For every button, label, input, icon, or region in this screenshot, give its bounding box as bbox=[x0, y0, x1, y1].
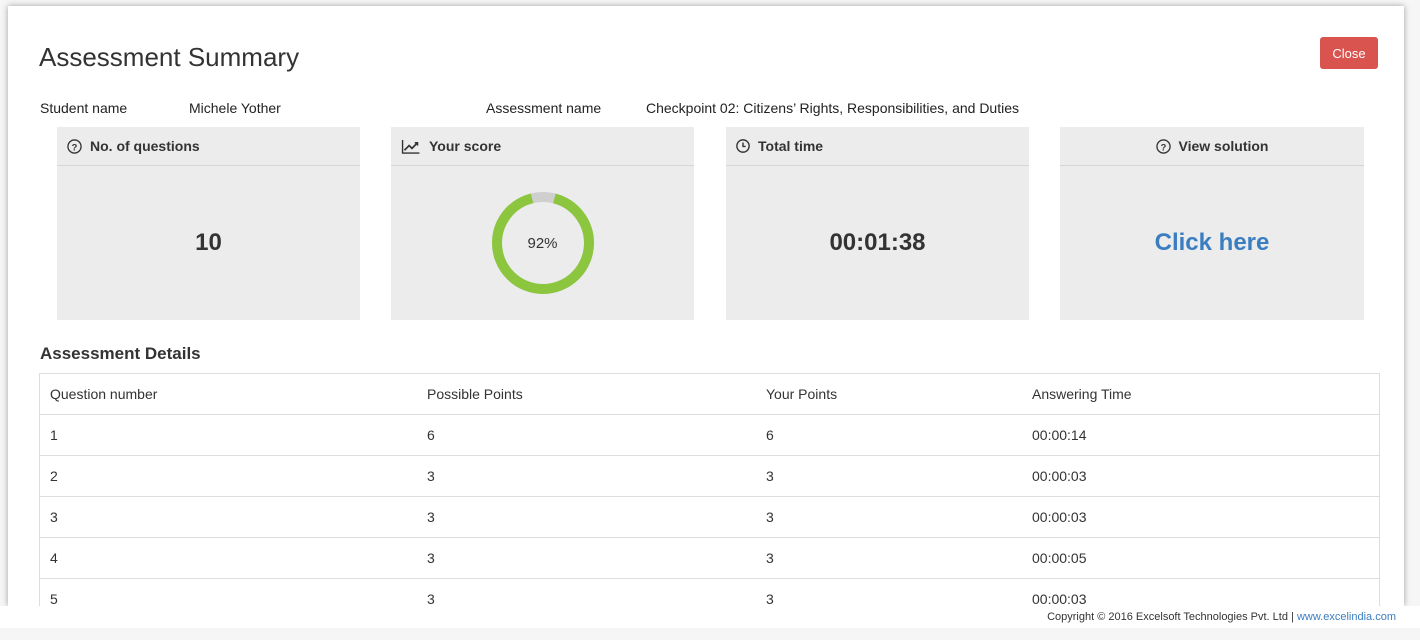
your-points-cell: 3 bbox=[766, 550, 774, 566]
svg-text:?: ? bbox=[1160, 142, 1166, 152]
assessment-summary-panel: Assessment Summary Close Student name Mi… bbox=[8, 6, 1404, 606]
table-header-row: Question number Possible Points Your Poi… bbox=[40, 374, 1379, 415]
answering-time-cell: 00:00:03 bbox=[1032, 468, 1087, 484]
copyright-text: Copyright © 2016 Excelsoft Technologies … bbox=[1047, 611, 1396, 623]
table-row: 3 3 3 00:00:03 bbox=[40, 497, 1379, 538]
table-row: 1 6 6 00:00:14 bbox=[40, 415, 1379, 456]
question-number-cell: 5 bbox=[50, 591, 58, 606]
clock-icon bbox=[736, 139, 750, 153]
solution-card-label: View solution bbox=[1178, 138, 1269, 154]
header-question-number: Question number bbox=[50, 386, 158, 402]
possible-points-cell: 3 bbox=[427, 509, 435, 525]
question-number-cell: 4 bbox=[50, 550, 58, 566]
questions-card-label: No. of questions bbox=[90, 138, 200, 154]
answering-time-cell: 00:00:14 bbox=[1032, 427, 1087, 443]
view-solution-link[interactable]: Click here bbox=[1155, 229, 1270, 257]
student-name-value: Michele Yother bbox=[189, 100, 281, 116]
assessment-name-label: Assessment name bbox=[486, 100, 602, 116]
score-donut: 92% bbox=[491, 191, 595, 295]
assessment-details-table: Question number Possible Points Your Poi… bbox=[39, 373, 1380, 606]
total-time-value: 00:01:38 bbox=[829, 229, 926, 256]
header-answering-time: Answering Time bbox=[1032, 386, 1132, 402]
possible-points-cell: 6 bbox=[427, 427, 435, 443]
table-row: 4 3 3 00:00:05 bbox=[40, 538, 1379, 579]
close-button[interactable]: Close bbox=[1320, 37, 1378, 69]
possible-points-cell: 3 bbox=[427, 591, 435, 606]
time-card-label: Total time bbox=[758, 138, 824, 154]
copyright-label: Copyright © 2016 Excelsoft Technologies … bbox=[1047, 611, 1294, 623]
question-number-cell: 2 bbox=[50, 468, 58, 484]
solution-card: ? View solution Click here bbox=[1060, 127, 1364, 320]
questions-count: 10 bbox=[195, 229, 222, 256]
possible-points-cell: 3 bbox=[427, 468, 435, 484]
answering-time-cell: 00:00:03 bbox=[1032, 509, 1087, 525]
assessment-name-value: Checkpoint 02: Citizens’ Rights, Respons… bbox=[646, 100, 1019, 116]
your-points-cell: 3 bbox=[766, 591, 774, 606]
excelindia-link[interactable]: www.excelindia.com bbox=[1297, 611, 1396, 623]
svg-text:?: ? bbox=[72, 142, 78, 152]
header-possible-points: Possible Points bbox=[427, 386, 523, 402]
score-card-label: Your score bbox=[429, 138, 502, 154]
question-circle-icon: ? bbox=[1155, 138, 1171, 154]
time-card-header: Total time bbox=[726, 127, 1029, 166]
score-card: Your score 92% bbox=[391, 127, 694, 320]
your-points-cell: 3 bbox=[766, 468, 774, 484]
question-circle-icon: ? bbox=[67, 138, 82, 154]
questions-card-header: ? No. of questions bbox=[57, 127, 360, 166]
your-points-cell: 6 bbox=[766, 427, 774, 443]
question-number-cell: 3 bbox=[50, 509, 58, 525]
time-card: Total time 00:01:38 bbox=[726, 127, 1029, 320]
assessment-details-title: Assessment Details bbox=[40, 344, 201, 363]
page-title: Assessment Summary bbox=[39, 42, 300, 72]
header-your-points: Your Points bbox=[766, 386, 838, 402]
score-percent: 92% bbox=[527, 234, 558, 252]
student-name-label: Student name bbox=[40, 100, 128, 116]
score-card-header: Your score bbox=[391, 127, 694, 166]
line-chart-icon bbox=[401, 139, 421, 154]
possible-points-cell: 3 bbox=[427, 550, 435, 566]
answering-time-cell: 00:00:05 bbox=[1032, 550, 1087, 566]
table-row: 2 3 3 00:00:03 bbox=[40, 456, 1379, 497]
your-points-cell: 3 bbox=[766, 509, 774, 525]
answering-time-cell: 00:00:03 bbox=[1032, 591, 1087, 606]
table-row: 5 3 3 00:00:03 bbox=[40, 579, 1379, 606]
solution-card-header: ? View solution bbox=[1060, 127, 1364, 166]
question-number-cell: 1 bbox=[50, 427, 58, 443]
questions-card: ? No. of questions 10 bbox=[57, 127, 360, 320]
